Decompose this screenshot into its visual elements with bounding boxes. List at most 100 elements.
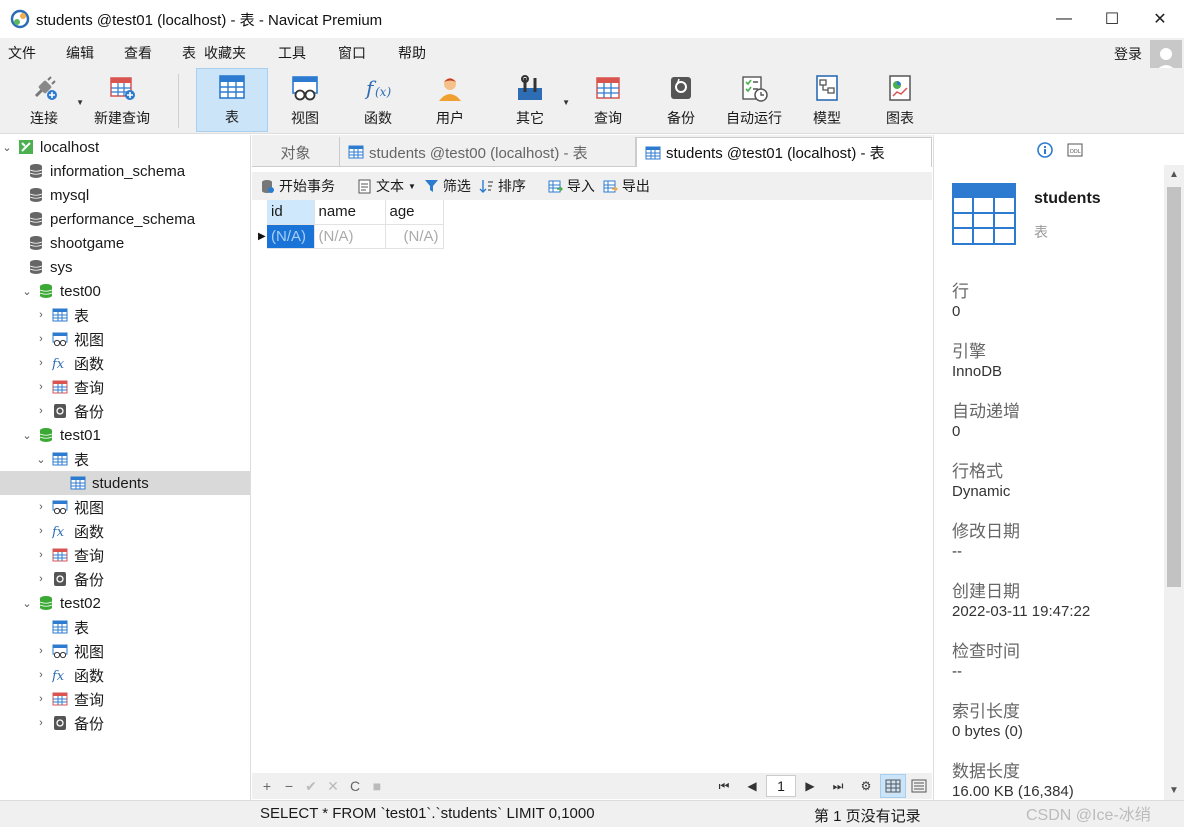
table-button[interactable]: 表 — [196, 68, 268, 132]
view-button[interactable]: 视图 — [275, 68, 335, 132]
tree-db-sys[interactable]: sys — [24, 255, 73, 279]
delete-record-button[interactable]: − — [278, 778, 300, 794]
function-button[interactable]: f (x) 函数 — [348, 68, 408, 132]
table-row[interactable]: (N/A) (N/A) (N/A) — [267, 224, 444, 249]
menu-help[interactable]: 帮助 — [390, 43, 426, 63]
column-header-id[interactable]: id — [267, 200, 315, 225]
tree-item-queries[interactable]: › 查询 — [34, 687, 104, 711]
previous-page-icon[interactable]: ◀ — [738, 779, 766, 793]
tree-item-functions[interactable]: › fx 函数 — [34, 663, 104, 687]
tree-db-mysql[interactable]: mysql — [24, 183, 89, 207]
filter-button[interactable]: 筛选 — [424, 176, 471, 196]
menu-view[interactable]: 查看 — [116, 43, 152, 63]
tree-item-backups[interactable]: › 备份 — [34, 399, 104, 423]
tree-db-test00[interactable]: ⌄ test00 — [20, 279, 100, 303]
tab-students-test01[interactable]: students @test01 (localhost) - 表 — [636, 137, 932, 167]
sort-button[interactable]: 排序 — [479, 176, 526, 196]
chevron-right-icon[interactable]: › — [34, 309, 48, 321]
form-view-button[interactable] — [906, 774, 932, 798]
tree-table-students[interactable]: students — [0, 471, 250, 495]
menu-file[interactable]: 文件 — [0, 43, 36, 63]
begin-transaction-button[interactable]: 开始事务 — [260, 176, 335, 196]
chevron-right-icon[interactable]: › — [34, 717, 48, 729]
tab-students-test00[interactable]: students @test00 (localhost) - 表 — [340, 137, 636, 167]
menu-favorites[interactable]: 收藏夹 — [196, 43, 246, 63]
user-button[interactable]: 用户 — [420, 68, 480, 132]
column-header-name[interactable]: name — [314, 200, 386, 225]
info-panel-scrollbar[interactable]: ▲ ▼ — [1164, 165, 1184, 800]
add-record-button[interactable]: + — [256, 778, 278, 794]
tree-item-views[interactable]: › 视图 — [34, 639, 104, 663]
tree-item-functions[interactable]: › fx 函数 — [34, 351, 104, 375]
first-page-icon[interactable]: ⏮ — [710, 779, 738, 794]
chevron-expanded-icon[interactable]: ⌄ — [34, 453, 48, 466]
chevron-right-icon[interactable]: › — [34, 333, 48, 345]
chevron-down-icon[interactable]: ▼ — [76, 98, 84, 107]
next-page-icon[interactable]: ▶ — [796, 779, 824, 793]
chevron-expanded-icon[interactable]: ⌄ — [0, 141, 14, 154]
chevron-right-icon[interactable]: › — [34, 357, 48, 369]
menu-table[interactable]: 表 — [174, 43, 196, 63]
automation-button[interactable]: 自动运行 — [722, 68, 786, 132]
model-button[interactable]: 模型 — [797, 68, 857, 132]
apply-changes-button[interactable]: ✔ — [300, 778, 322, 795]
tree-item-queries[interactable]: › 查询 — [34, 375, 104, 399]
column-header-age[interactable]: age — [385, 200, 444, 225]
menu-tools[interactable]: 工具 — [270, 43, 306, 63]
chevron-expanded-icon[interactable]: ⌄ — [20, 285, 34, 298]
chevron-down-icon[interactable]: ▼ — [408, 182, 416, 191]
import-button[interactable]: 导入 — [548, 176, 595, 196]
tree-item-queries[interactable]: › 查询 — [34, 543, 104, 567]
scroll-up-icon[interactable]: ▲ — [1164, 169, 1184, 180]
tree-db-performance-schema[interactable]: performance_schema — [24, 207, 195, 231]
chevron-expanded-icon[interactable]: ⌄ — [20, 429, 34, 442]
minimize-button[interactable]: — — [1040, 0, 1088, 38]
menu-window[interactable]: 窗口 — [330, 43, 366, 63]
chevron-right-icon[interactable]: › — [34, 549, 48, 561]
chevron-right-icon[interactable]: › — [34, 525, 48, 537]
tree-db-test01[interactable]: ⌄ test01 — [20, 423, 100, 447]
chevron-right-icon[interactable]: › — [34, 573, 48, 585]
tree-item-tables[interactable]: › 表 — [34, 303, 89, 327]
page-number-input[interactable]: 1 — [766, 775, 796, 797]
tree-db-shootgame[interactable]: shootgame — [24, 231, 124, 255]
maximize-button[interactable]: ☐ — [1088, 0, 1136, 38]
chevron-expanded-icon[interactable]: ⌄ — [20, 597, 34, 610]
tree-connection-localhost[interactable]: ⌄ localhost — [0, 135, 99, 159]
chevron-right-icon[interactable]: › — [34, 645, 48, 657]
table-cell-age[interactable]: (N/A) — [385, 224, 444, 249]
table-cell-name[interactable]: (N/A) — [314, 224, 386, 249]
chevron-right-icon[interactable]: › — [34, 405, 48, 417]
menu-edit[interactable]: 编辑 — [58, 43, 94, 63]
tree-db-information-schema[interactable]: information_schema — [24, 159, 185, 183]
tree-db-test02[interactable]: ⌄ test02 — [20, 591, 100, 615]
settings-icon[interactable]: ⚙ — [852, 779, 880, 793]
tree-item-backups[interactable]: › 备份 — [34, 711, 104, 735]
tree-item-tables[interactable]: 表 — [34, 615, 89, 639]
ddl-icon[interactable]: DDL — [1067, 142, 1083, 158]
chevron-right-icon[interactable]: › — [34, 693, 48, 705]
export-button[interactable]: 导出 — [603, 176, 650, 196]
discard-changes-button[interactable]: ✕ — [322, 778, 344, 795]
grid-view-button[interactable] — [880, 774, 906, 798]
close-button[interactable]: ✕ — [1136, 0, 1184, 38]
scrollbar-thumb[interactable] — [1167, 187, 1181, 587]
tree-item-tables[interactable]: ⌄ 表 — [34, 447, 89, 471]
chart-button[interactable]: 图表 — [870, 68, 930, 132]
login-link[interactable]: 登录 — [1114, 44, 1142, 64]
chevron-right-icon[interactable]: › — [34, 669, 48, 681]
query-button[interactable]: 查询 — [578, 68, 638, 132]
table-cell-id[interactable]: (N/A) — [267, 224, 315, 249]
chevron-right-icon[interactable]: › — [34, 501, 48, 513]
tree-item-views[interactable]: › 视图 — [34, 327, 104, 351]
scroll-down-icon[interactable]: ▼ — [1164, 785, 1184, 796]
last-page-icon[interactable]: ⏭ — [824, 779, 852, 794]
connect-button[interactable]: 连接 ▼ — [14, 68, 84, 132]
stop-button[interactable]: ■ — [366, 778, 388, 794]
info-icon[interactable] — [1036, 142, 1053, 158]
other-button[interactable]: 其它 ▼ — [500, 68, 570, 132]
tab-objects[interactable]: 对象 — [252, 137, 340, 167]
backup-button[interactable]: 备份 — [651, 68, 711, 132]
tree-item-backups[interactable]: › 备份 — [34, 567, 104, 591]
chevron-down-icon[interactable]: ▼ — [562, 98, 570, 107]
